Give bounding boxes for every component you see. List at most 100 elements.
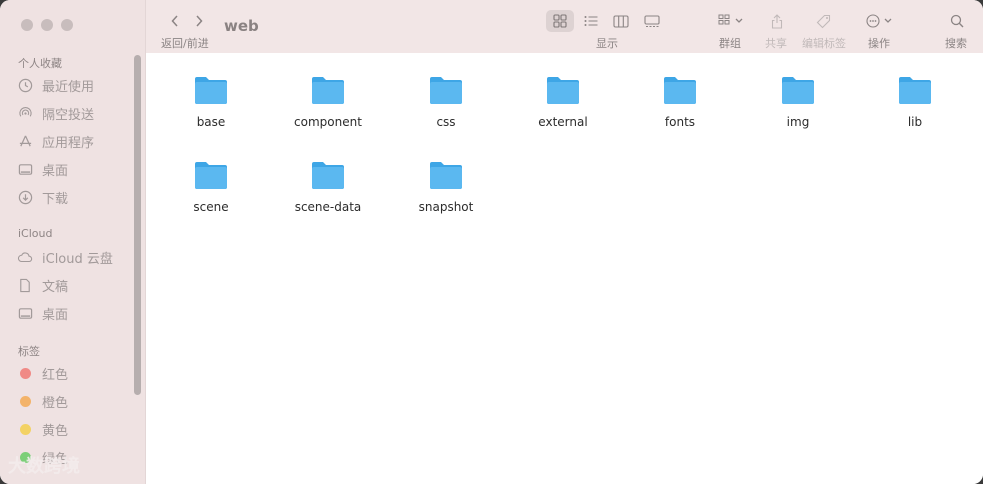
sidebar-item-label: 桌面 — [42, 307, 69, 323]
watermark: 大数跨境 — [8, 456, 80, 477]
tag-dot-orange — [19, 395, 31, 407]
share-button[interactable] — [766, 10, 788, 32]
sidebar-scrollbar[interactable] — [134, 55, 141, 395]
folder-icon — [429, 75, 463, 109]
folder-name: css — [436, 115, 456, 129]
folder-name: component — [294, 115, 362, 129]
ellipsis-circle-icon — [866, 14, 892, 28]
sidebar-item-label: 最近使用 — [42, 79, 95, 95]
sidebar-item-downloads[interactable]: 下载 — [16, 185, 134, 209]
grid-icon — [553, 14, 567, 28]
favorites-header: 个人收藏 — [18, 57, 62, 70]
folder-icon — [429, 160, 463, 194]
forward-button[interactable] — [190, 12, 208, 30]
sidebar-item-icloud-drive[interactable]: iCloud 云盘 — [16, 245, 134, 269]
sidebar-item-desktop[interactable]: 桌面 — [16, 157, 134, 181]
search-label: 搜索 — [945, 37, 967, 50]
sidebar-item-label: 桌面 — [42, 163, 69, 179]
tag-dot-yellow — [19, 423, 31, 435]
action-button[interactable] — [864, 10, 896, 32]
sidebar-item-applications[interactable]: 应用程序 — [16, 129, 134, 153]
folder-name: img — [786, 115, 810, 129]
sidebar-item-label: 文稿 — [42, 279, 69, 295]
file-grid: base component css external fonts img li… — [146, 53, 983, 484]
edit-tags-button[interactable] — [813, 10, 835, 32]
columns-icon — [613, 14, 629, 28]
folder-name: scene — [193, 200, 229, 214]
sidebar-tag-yellow[interactable]: 黄色 — [16, 417, 134, 441]
sidebar-item-label: 应用程序 — [42, 135, 95, 151]
tags-header: 标签 — [18, 345, 40, 358]
folder-icon — [781, 75, 815, 109]
sidebar-tag-red[interactable]: 红色 — [16, 361, 134, 385]
share-label: 共享 — [765, 37, 787, 50]
search-button[interactable] — [946, 10, 968, 32]
gallery-view-button[interactable] — [640, 10, 664, 32]
display-label: 显示 — [596, 37, 618, 50]
toolbar: 返回/前进 web 显示 群组 共享 编辑标签 操作 搜索 — [146, 0, 983, 54]
action-label: 操作 — [868, 37, 890, 50]
sidebar-item-documents[interactable]: 文稿 — [16, 273, 134, 297]
desktop-icon — [16, 160, 34, 178]
group-icon — [718, 14, 743, 25]
folder-item[interactable]: external — [513, 75, 613, 129]
folder-item[interactable]: img — [748, 75, 848, 129]
folder-name: external — [538, 115, 588, 129]
nav-label: 返回/前进 — [161, 37, 209, 50]
sidebar-item-label: iCloud 云盘 — [42, 251, 113, 267]
back-button[interactable] — [166, 12, 184, 30]
finder-window: 个人收藏 最近使用 隔空投送 应用程序 桌面 下载 iCloud iCloud … — [0, 0, 983, 484]
group-button[interactable] — [714, 10, 748, 32]
sidebar-item-label: 隔空投送 — [42, 107, 95, 123]
list-icon — [584, 16, 598, 26]
folder-icon — [898, 75, 932, 109]
list-view-button[interactable] — [579, 10, 603, 32]
cloud-icon — [16, 248, 34, 266]
document-icon — [16, 276, 34, 294]
folder-item[interactable]: css — [396, 75, 496, 129]
sidebar: 个人收藏 最近使用 隔空投送 应用程序 桌面 下载 iCloud iCloud … — [0, 0, 146, 484]
folder-item[interactable]: lib — [865, 75, 965, 129]
column-view-button[interactable] — [609, 10, 633, 32]
search-icon — [950, 14, 964, 28]
sidebar-item-label: 下载 — [42, 191, 69, 207]
icon-view-button[interactable] — [546, 10, 574, 32]
applications-icon — [16, 132, 34, 150]
folder-item[interactable]: snapshot — [396, 160, 496, 214]
sidebar-item-label: 红色 — [42, 367, 69, 383]
tag-icon — [816, 14, 831, 28]
sidebar-tag-orange[interactable]: 橙色 — [16, 389, 134, 413]
folder-name: base — [196, 115, 226, 129]
folder-item[interactable]: base — [161, 75, 261, 129]
folder-icon — [546, 75, 580, 109]
close-window-button[interactable] — [21, 19, 33, 31]
folder-item[interactable]: scene — [161, 160, 261, 214]
folder-item[interactable]: scene-data — [278, 160, 378, 214]
share-icon — [771, 13, 783, 29]
folder-icon — [311, 160, 345, 194]
clock-icon — [16, 76, 34, 94]
chevron-left-icon — [171, 15, 178, 27]
tag-dot-red — [19, 367, 31, 379]
sidebar-item-airdrop[interactable]: 隔空投送 — [16, 101, 134, 125]
folder-item[interactable]: component — [278, 75, 378, 129]
chevron-right-icon — [196, 15, 203, 27]
folder-item[interactable]: fonts — [630, 75, 730, 129]
sidebar-item-recents[interactable]: 最近使用 — [16, 73, 134, 97]
sidebar-item-label: 橙色 — [42, 395, 69, 411]
folder-icon — [663, 75, 697, 109]
window-title: web — [224, 17, 259, 35]
folder-icon — [194, 160, 228, 194]
minimize-window-button[interactable] — [41, 19, 53, 31]
zoom-window-button[interactable] — [61, 19, 73, 31]
edit-tags-label: 编辑标签 — [802, 37, 846, 50]
icloud-header: iCloud — [18, 227, 53, 240]
sidebar-item-icloud-desktop[interactable]: 桌面 — [16, 301, 134, 325]
folder-name: lib — [907, 115, 923, 129]
gallery-icon — [644, 14, 660, 27]
folder-name: snapshot — [418, 200, 474, 214]
desktop-icon — [16, 304, 34, 322]
sidebar-item-label: 黄色 — [42, 423, 69, 439]
group-label: 群组 — [719, 37, 741, 50]
download-icon — [16, 188, 34, 206]
